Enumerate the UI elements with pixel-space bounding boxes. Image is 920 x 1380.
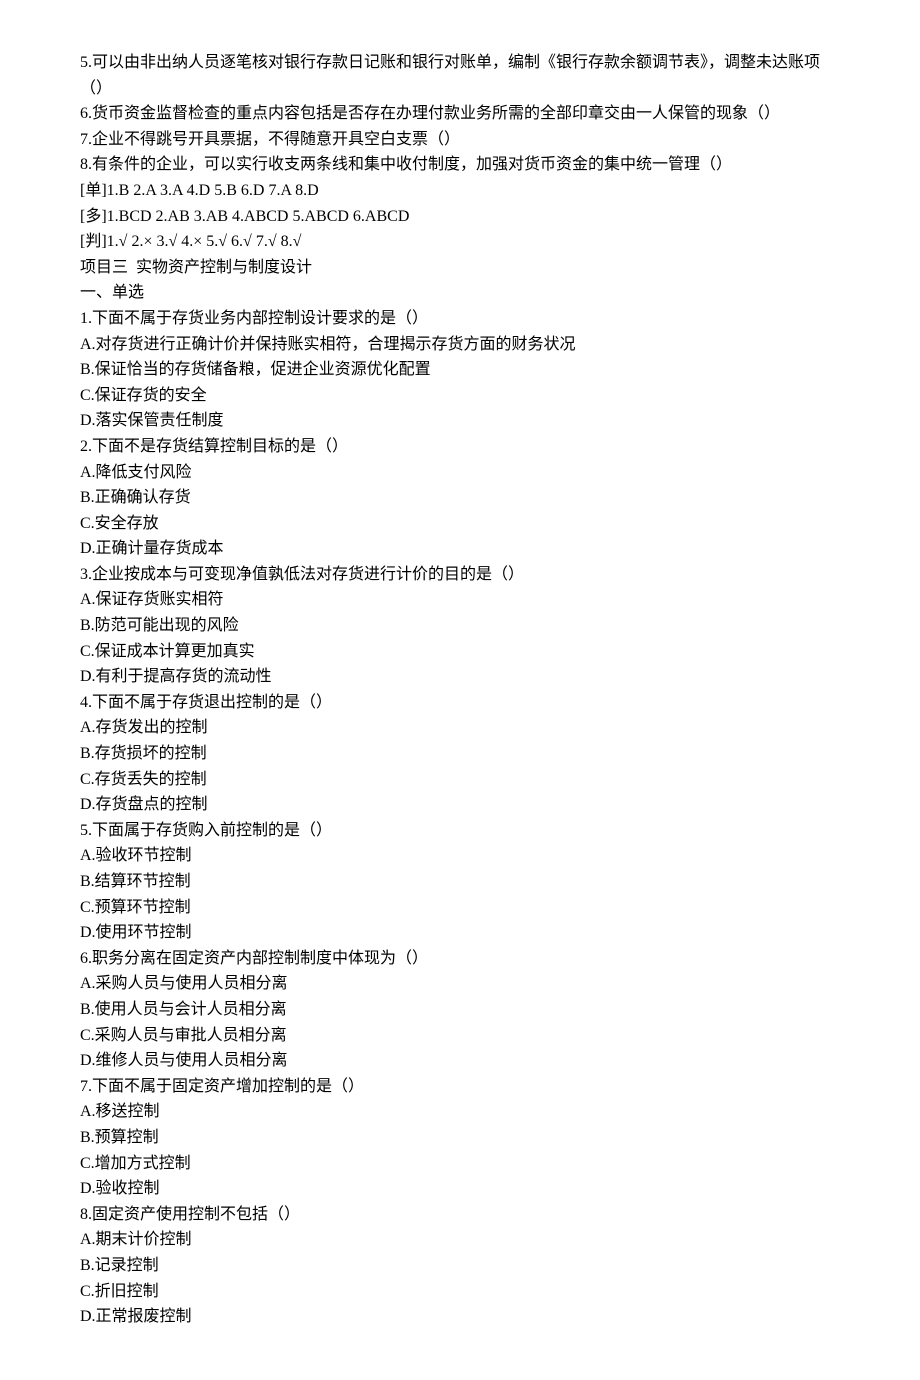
section-subtitle: 一、单选 [80, 280, 840, 306]
option-line: A.对存货进行正确计价并保持账实相符，合理揭示存货方面的财务状况 [80, 332, 840, 358]
option-line: D.维修人员与使用人员相分离 [80, 1048, 840, 1074]
question-line: 5.下面属于存货购入前控制的是（） [80, 818, 840, 844]
answer-key-line: [多]1.BCD 2.AB 3.AB 4.ABCD 5.ABCD 6.ABCD [80, 204, 840, 230]
option-line: D.正确计量存货成本 [80, 536, 840, 562]
option-line: D.使用环节控制 [80, 920, 840, 946]
option-line: B.存货损坏的控制 [80, 741, 840, 767]
option-line: D.有利于提高存货的流动性 [80, 664, 840, 690]
question-line: 6.货币资金监督检查的重点内容包括是否存在办理付款业务所需的全部印章交由一人保管… [80, 101, 840, 127]
option-line: C.保证存货的安全 [80, 383, 840, 409]
option-line: C.采购人员与审批人员相分离 [80, 1023, 840, 1049]
option-line: B.保证恰当的存货储备粮，促进企业资源优化配置 [80, 357, 840, 383]
question-line: 2.下面不是存货结算控制目标的是（） [80, 434, 840, 460]
option-line: D.落实保管责任制度 [80, 408, 840, 434]
option-line: C.折旧控制 [80, 1279, 840, 1305]
option-line: D.存货盘点的控制 [80, 792, 840, 818]
option-line: A.采购人员与使用人员相分离 [80, 971, 840, 997]
option-line: C.增加方式控制 [80, 1151, 840, 1177]
answer-key-line: [单]1.B 2.A 3.A 4.D 5.B 6.D 7.A 8.D [80, 178, 840, 204]
section-title: 项目三 实物资产控制与制度设计 [80, 255, 840, 281]
question-line: 7.企业不得跳号开具票据，不得随意开具空白支票（） [80, 127, 840, 153]
option-line: A.期末计价控制 [80, 1227, 840, 1253]
question-line: 6.职务分离在固定资产内部控制制度中体现为（） [80, 946, 840, 972]
option-line: B.使用人员与会计人员相分离 [80, 997, 840, 1023]
option-line: A.降低支付风险 [80, 460, 840, 486]
option-line: B.正确确认存货 [80, 485, 840, 511]
question-line: 1.下面不属于存货业务内部控制设计要求的是（） [80, 306, 840, 332]
option-line: C.存货丢失的控制 [80, 767, 840, 793]
option-line: A.存货发出的控制 [80, 715, 840, 741]
question-line: 5.可以由非出纳人员逐笔核对银行存款日记账和银行对账单，编制《银行存款余额调节表… [80, 50, 840, 101]
option-line: D.验收控制 [80, 1176, 840, 1202]
option-line: C.安全存放 [80, 511, 840, 537]
question-line: 8.固定资产使用控制不包括（） [80, 1202, 840, 1228]
option-line: B.防范可能出现的风险 [80, 613, 840, 639]
question-line: 8.有条件的企业，可以实行收支两条线和集中收付制度，加强对货币资金的集中统一管理… [80, 152, 840, 178]
option-line: C.保证成本计算更加真实 [80, 639, 840, 665]
option-line: B.记录控制 [80, 1253, 840, 1279]
option-line: A.保证存货账实相符 [80, 587, 840, 613]
option-line: D.正常报废控制 [80, 1304, 840, 1330]
question-line: 4.下面不属于存货退出控制的是（） [80, 690, 840, 716]
option-line: B.结算环节控制 [80, 869, 840, 895]
option-line: A.移送控制 [80, 1099, 840, 1125]
answer-key-line: [判]1.√ 2.× 3.√ 4.× 5.√ 6.√ 7.√ 8.√ [80, 229, 840, 255]
option-line: C.预算环节控制 [80, 895, 840, 921]
question-line: 7.下面不属于固定资产增加控制的是（） [80, 1074, 840, 1100]
option-line: B.预算控制 [80, 1125, 840, 1151]
question-line: 3.企业按成本与可变现净值孰低法对存货进行计价的目的是（） [80, 562, 840, 588]
option-line: A.验收环节控制 [80, 843, 840, 869]
